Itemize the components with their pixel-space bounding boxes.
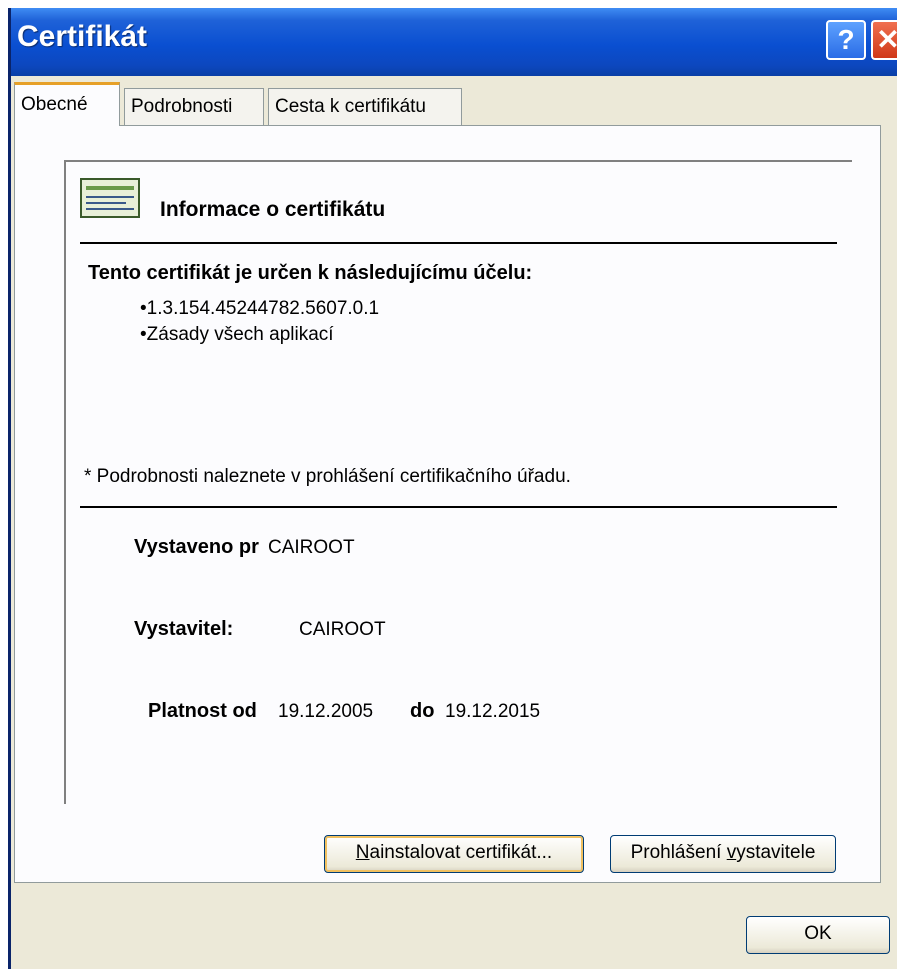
issued-to-value: CAIROOT	[268, 537, 355, 558]
install-mnemonic: N	[355, 842, 370, 863]
help-button[interactable]: ?	[826, 20, 866, 60]
help-icon: ?	[837, 24, 855, 55]
info-title: Informace o certifikátu	[160, 198, 386, 221]
tab-certification-path[interactable]: Cesta k certifikátu	[268, 88, 462, 126]
purpose-heading: Tento certifikát je určen k následujícím…	[88, 262, 533, 284]
tab-details[interactable]: Podrobnosti	[124, 88, 264, 126]
window-title: Certifikát	[17, 20, 148, 53]
purpose-item: •Zásady všech aplikací	[140, 324, 334, 345]
statement-label: ystavitele	[736, 842, 816, 863]
install-label: ainstalovat certifikát...	[369, 842, 553, 863]
issuer-statement-button[interactable]: Prohlášení vystavitele	[610, 835, 836, 873]
title-bar[interactable]: Certifikát ? ✕	[11, 8, 897, 76]
certificate-icon	[80, 178, 140, 218]
valid-from-label: Platnost od	[148, 700, 257, 722]
purpose-list: •1.3.154.45244782.5607.0.1 •Zásady všech…	[140, 298, 379, 350]
divider	[80, 242, 837, 244]
statement-prefix: Prohlášení	[630, 842, 727, 863]
close-icon: ✕	[876, 24, 897, 55]
statement-note: * Podrobnosti naleznete v prohlášení cer…	[84, 466, 571, 487]
close-button[interactable]: ✕	[871, 20, 897, 60]
issued-to-label: Vystaveno pr	[134, 536, 259, 558]
valid-from-value: 19.12.2005	[278, 701, 374, 722]
valid-to-value: 19.12.2015	[445, 701, 541, 722]
ok-button[interactable]: OK	[746, 916, 890, 954]
valid-to-label: do	[410, 700, 435, 722]
purpose-item: •1.3.154.45244782.5607.0.1	[140, 298, 380, 319]
install-certificate-button[interactable]: Nainstalovat certifikát...	[324, 835, 584, 873]
issuer-value: CAIROOT	[299, 619, 386, 640]
issuer-label: Vystavitel:	[134, 618, 234, 640]
divider	[80, 506, 837, 508]
tab-general[interactable]: Obecné	[14, 82, 120, 126]
statement-mnemonic: v	[726, 842, 737, 863]
